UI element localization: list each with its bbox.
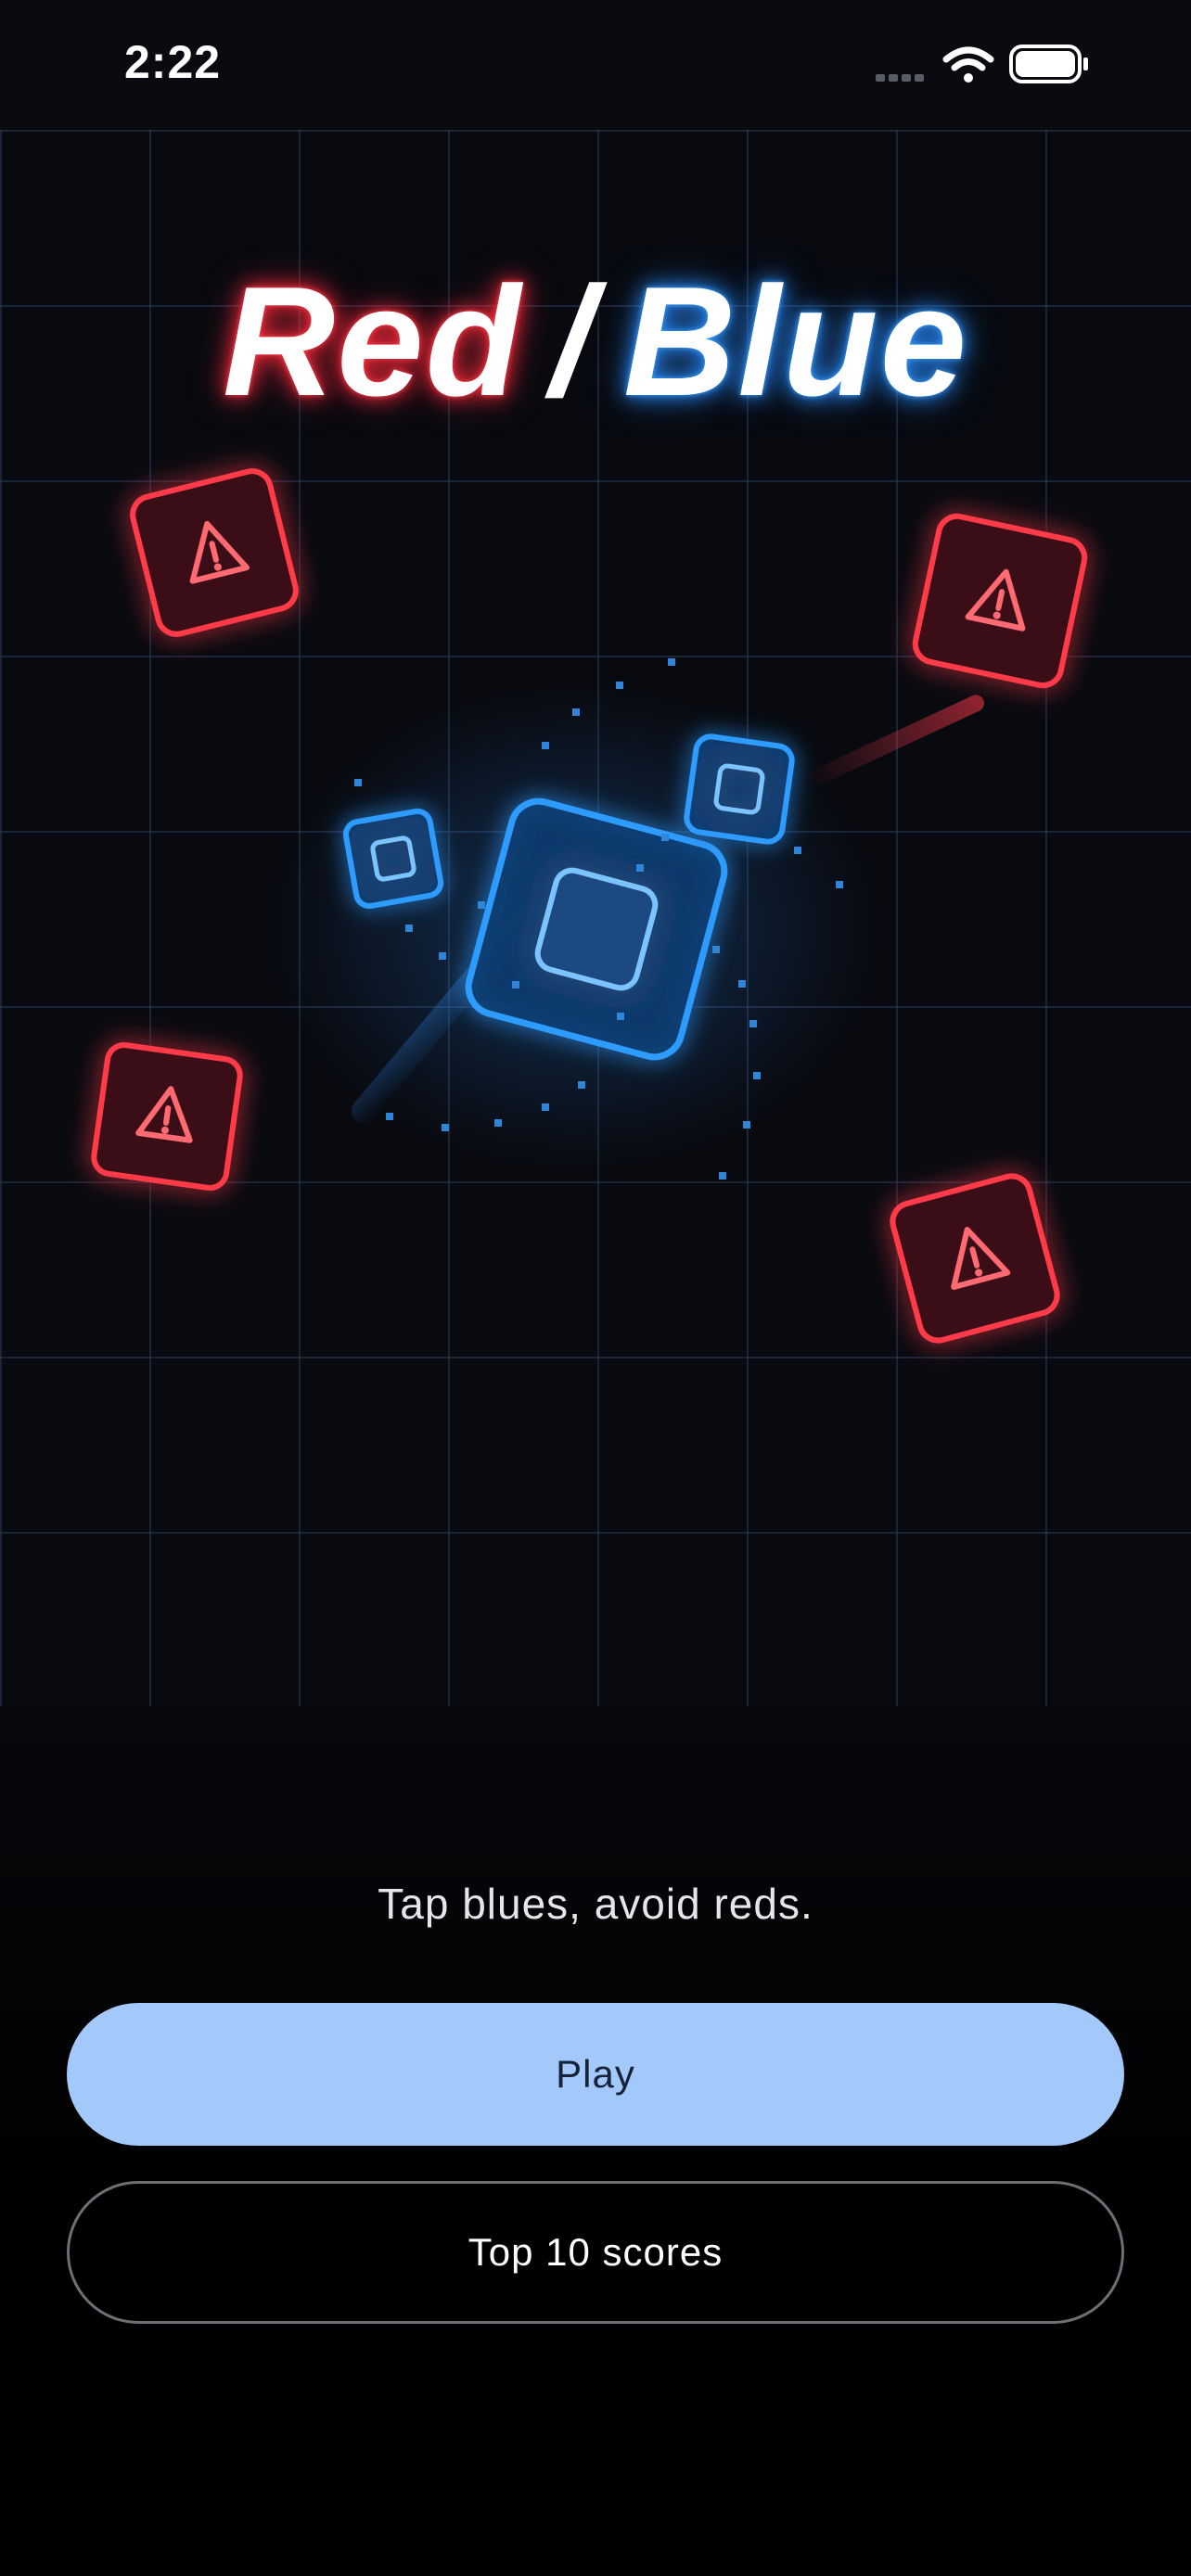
status-bar: 2:22: [0, 0, 1191, 130]
title-slash: /: [550, 254, 596, 428]
blue-tile[interactable]: [684, 733, 795, 845]
blue-tile[interactable]: [342, 808, 444, 910]
red-trail: [805, 695, 985, 787]
title-blue-word: Blue: [623, 254, 969, 428]
wifi-icon: [942, 46, 994, 83]
title-red-word: Red: [222, 254, 523, 428]
red-tile[interactable]: [129, 467, 300, 638]
signal-icon: [876, 74, 924, 82]
play-button-label: Play: [556, 2052, 635, 2096]
game-title: Red / Blue: [0, 263, 1191, 419]
battery-icon: [1009, 45, 1088, 83]
top-scores-button[interactable]: Top 10 scores: [67, 2181, 1124, 2324]
red-tile[interactable]: [91, 1041, 243, 1192]
status-time: 2:22: [124, 36, 222, 88]
status-icons: [876, 45, 1088, 83]
top-scores-button-label: Top 10 scores: [467, 2230, 724, 2274]
tagline: Tap blues, avoid reds.: [378, 1880, 813, 1928]
play-button[interactable]: Play: [67, 2003, 1124, 2146]
red-tile[interactable]: [889, 1172, 1061, 1345]
square-outline-icon: [534, 867, 659, 991]
red-tile[interactable]: [912, 513, 1088, 689]
